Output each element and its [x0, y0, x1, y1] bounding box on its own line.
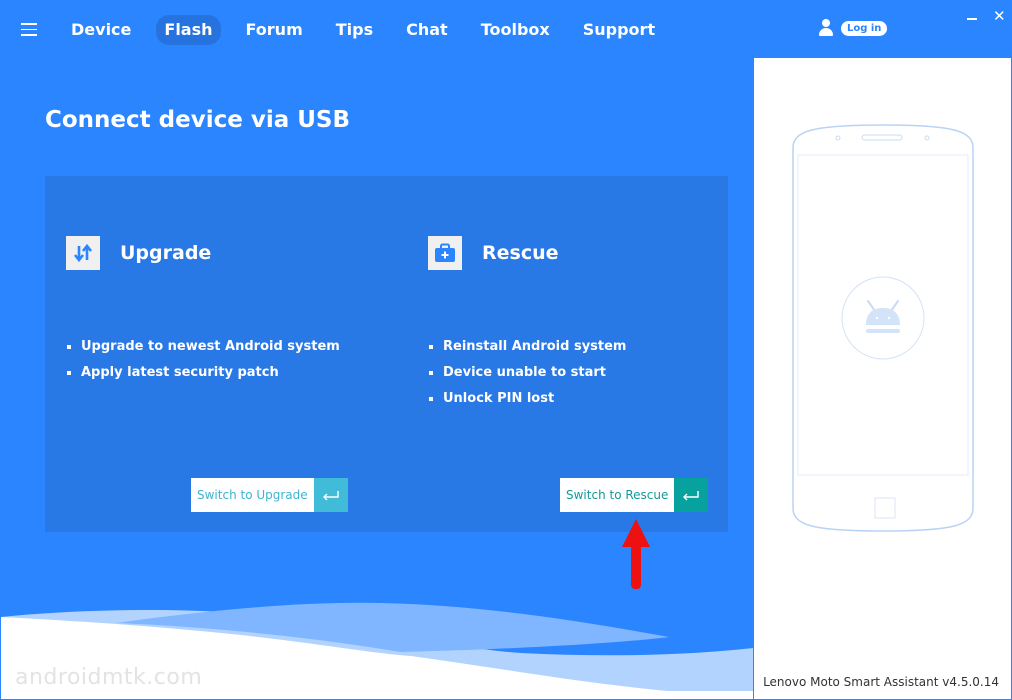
- upgrade-feature-list: Upgrade to newest Android system Apply l…: [67, 334, 340, 386]
- user-icon[interactable]: [818, 19, 834, 37]
- rescue-section: Rescue Reinstall Android system Device u…: [407, 176, 747, 532]
- wave-base: [1, 691, 753, 699]
- list-item: Upgrade to newest Android system: [67, 334, 340, 360]
- page-title: Connect device via USB: [45, 107, 351, 133]
- top-nav: Device Flash Forum Tips Chat Toolbox Sup…: [63, 15, 680, 45]
- user-icon-body: [819, 28, 833, 36]
- list-item: Apply latest security patch: [67, 360, 340, 386]
- tab-tips[interactable]: Tips: [328, 15, 381, 45]
- tab-toolbox[interactable]: Toolbox: [473, 15, 558, 45]
- tab-forum[interactable]: Forum: [238, 15, 311, 45]
- return-arrow-icon: [313, 478, 348, 512]
- medical-kit-icon: [428, 236, 462, 270]
- user-area: Log in: [818, 19, 888, 37]
- tab-support[interactable]: Support: [575, 15, 663, 45]
- watermark: androidmtk.com: [15, 665, 203, 690]
- rescue-feature-list: Reinstall Android system Device unable t…: [429, 334, 626, 412]
- tab-flash[interactable]: Flash: [156, 15, 221, 45]
- list-item: Device unable to start: [429, 360, 626, 386]
- switch-to-rescue-label: Switch to Rescue: [560, 478, 675, 512]
- tab-device[interactable]: Device: [63, 15, 139, 45]
- upgrade-section: Upgrade Upgrade to newest Android system…: [45, 176, 385, 532]
- phone-outline-icon: [792, 124, 974, 532]
- switch-to-upgrade-button[interactable]: Switch to Upgrade: [191, 478, 348, 512]
- tab-chat[interactable]: Chat: [398, 15, 456, 45]
- app-version-label: Lenovo Moto Smart Assistant v4.5.0.14: [763, 675, 999, 689]
- flash-mode-card: Upgrade Upgrade to newest Android system…: [45, 176, 728, 532]
- list-item: Unlock PIN lost: [429, 386, 626, 412]
- hamburger-icon-line: [21, 28, 37, 30]
- list-item: Reinstall Android system: [429, 334, 626, 360]
- hamburger-icon-line: [21, 34, 37, 36]
- minimize-button[interactable]: [967, 18, 977, 20]
- close-button[interactable]: ✕: [993, 8, 1006, 24]
- device-preview-panel: Lenovo Moto Smart Assistant v4.5.0.14: [754, 58, 1011, 699]
- android-icon: [841, 276, 925, 360]
- upgrade-arrows-icon: [66, 236, 100, 270]
- user-icon-head: [822, 19, 830, 27]
- switch-to-upgrade-label: Switch to Upgrade: [191, 478, 314, 512]
- return-arrow-icon: [674, 478, 709, 512]
- app-window: Device Flash Forum Tips Chat Toolbox Sup…: [0, 0, 1012, 700]
- upgrade-title: Upgrade: [120, 242, 212, 264]
- hamburger-icon: [21, 23, 37, 25]
- switch-to-rescue-button[interactable]: Switch to Rescue: [560, 478, 709, 512]
- login-button[interactable]: Log in: [841, 20, 888, 36]
- rescue-title: Rescue: [482, 242, 559, 264]
- hamburger-menu-button[interactable]: [21, 23, 37, 37]
